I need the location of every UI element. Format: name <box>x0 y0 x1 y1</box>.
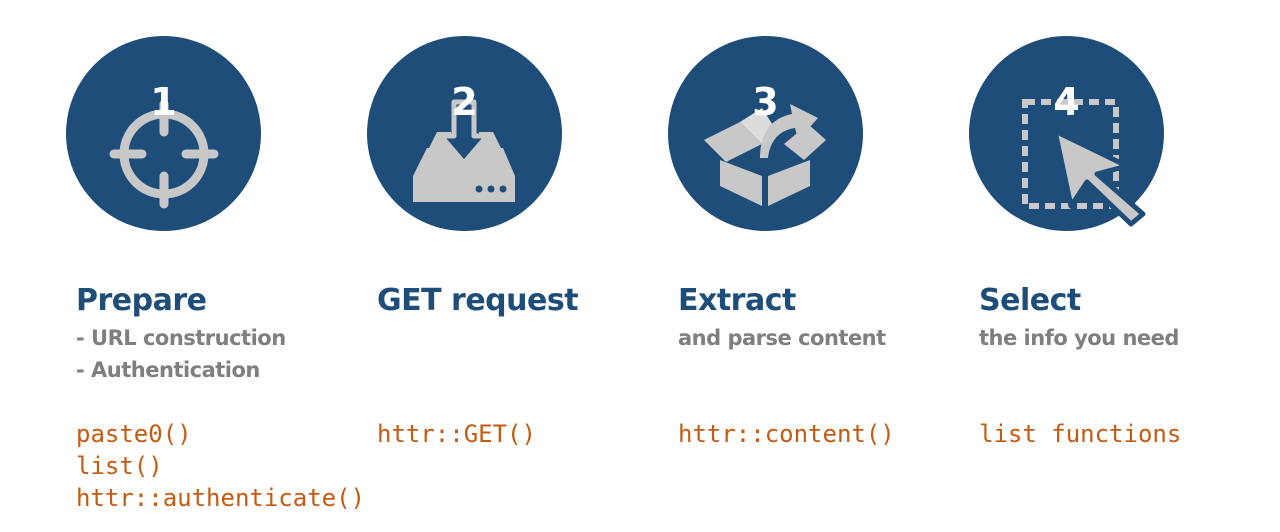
step-select: 4 Select the info you need list function… <box>969 0 1269 532</box>
code-line: list functions <box>979 420 1182 448</box>
select-cursor-icon <box>1022 99 1146 227</box>
code-line: httr::authenticate() <box>76 484 365 512</box>
step-code: httr::content() <box>678 418 895 450</box>
step-title: Extract <box>678 283 796 318</box>
step-code: list functions <box>979 418 1181 450</box>
subtitle-line: - Authentication <box>76 358 260 382</box>
open-box-icon <box>704 104 826 206</box>
code-line: httr::GET() <box>377 420 536 448</box>
step-subtitle: the info you need <box>979 322 1179 354</box>
step-circle: 3 <box>668 36 863 231</box>
step-get-request: 2 GET request httr::GET() <box>367 0 667 532</box>
step-subtitle: - URL construction - Authentication <box>76 322 286 386</box>
step-prepare: 1 Prepare - URL construction - Authentic… <box>66 0 366 532</box>
step-code: httr::GET() <box>377 418 536 450</box>
step-number: 4 <box>1053 80 1080 124</box>
step-number: 1 <box>150 80 177 124</box>
step-number: 2 <box>451 80 478 124</box>
download-drive-icon <box>413 99 515 202</box>
step-circle: 2 <box>367 36 562 231</box>
workflow-diagram: 1 Prepare - URL construction - Authentic… <box>0 0 1280 532</box>
code-line: httr::content() <box>678 420 895 448</box>
step-code: paste0() list() httr::authenticate() <box>76 418 365 514</box>
step-title: GET request <box>377 283 579 318</box>
code-line: list() <box>76 452 163 480</box>
step-title: Prepare <box>76 283 207 318</box>
step-title: Select <box>979 283 1081 318</box>
subtitle-line: - URL construction <box>76 326 286 350</box>
subtitle-line: the info you need <box>979 326 1179 350</box>
step-subtitle: and parse content <box>678 322 886 354</box>
step-circle: 4 <box>969 36 1164 231</box>
code-line: paste0() <box>76 420 192 448</box>
step-circle: 1 <box>66 36 261 231</box>
subtitle-line: and parse content <box>678 326 886 350</box>
step-number: 3 <box>752 80 779 124</box>
crosshair-icon <box>109 99 219 209</box>
step-extract: 3 Extract and parse content httr::conten… <box>668 0 968 532</box>
